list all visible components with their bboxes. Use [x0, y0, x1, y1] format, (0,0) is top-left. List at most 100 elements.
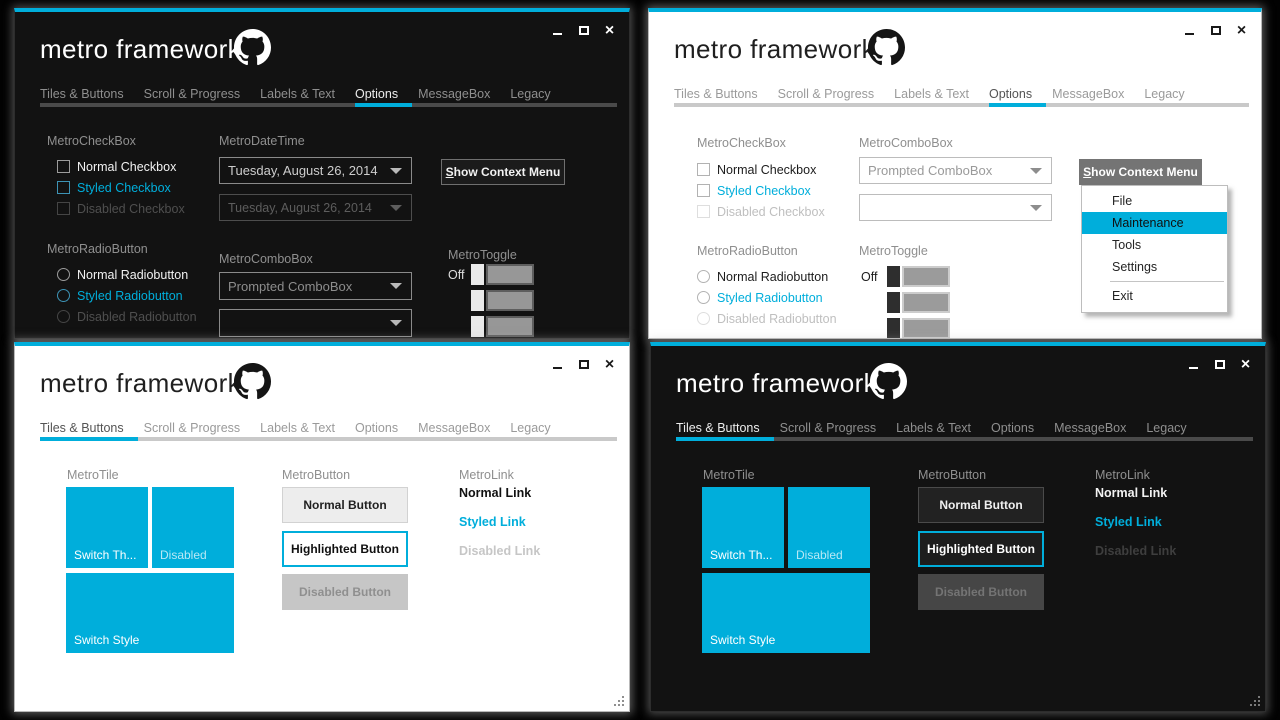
tile-switch-style[interactable]: Switch Style: [702, 573, 870, 653]
datetime-dropdown[interactable]: Tuesday, August 26, 2014: [219, 157, 412, 184]
styled-link[interactable]: Styled Link: [459, 515, 526, 529]
tab-options[interactable]: Options: [991, 416, 1054, 437]
tab-messagebox[interactable]: MessageBox: [1054, 416, 1146, 437]
tab-tiles-buttons[interactable]: Tiles & Buttons: [40, 82, 144, 103]
checkbox-icon: [57, 160, 70, 173]
tab-scroll-progress[interactable]: Scroll & Progress: [778, 82, 895, 103]
tab-strip: Tiles & Buttons Scroll & Progress Labels…: [674, 82, 1249, 107]
tab-tiles-buttons[interactable]: Tiles & Buttons: [676, 416, 780, 441]
menu-item-exit[interactable]: Exit: [1082, 285, 1227, 307]
toggle-switch-3[interactable]: [887, 318, 950, 338]
normal-button[interactable]: Normal Button: [282, 487, 408, 523]
tab-scroll-progress[interactable]: Scroll & Progress: [144, 416, 261, 437]
dropdown-arrow-icon: [390, 283, 402, 289]
combobox-prompted[interactable]: Prompted ComboBox: [219, 272, 412, 300]
close-button[interactable]: ×: [1239, 357, 1252, 373]
tab-labels-text[interactable]: Labels & Text: [260, 416, 355, 437]
menu-item-maintenance[interactable]: Maintenance: [1082, 212, 1227, 234]
close-button[interactable]: ×: [1235, 23, 1248, 39]
maximize-button[interactable]: [1209, 24, 1222, 38]
tab-legacy[interactable]: Legacy: [1144, 82, 1204, 103]
section-label-metrocheckbox: MetroCheckBox: [697, 136, 786, 150]
highlighted-button[interactable]: Highlighted Button: [918, 531, 1044, 567]
tab-messagebox[interactable]: MessageBox: [1052, 82, 1144, 103]
checkbox-icon: [697, 184, 710, 197]
github-logo-icon: [234, 363, 271, 400]
checkbox-icon: [697, 205, 710, 218]
tab-labels-text[interactable]: Labels & Text: [896, 416, 991, 437]
combobox-empty[interactable]: [859, 194, 1052, 221]
context-menu: File Maintenance Tools Settings Exit: [1081, 185, 1228, 313]
radio-normal[interactable]: Normal Radiobutton: [57, 267, 188, 282]
checkbox-normal[interactable]: Normal Checkbox: [57, 159, 176, 174]
show-context-menu-button[interactable]: Show Context Menu: [441, 159, 565, 185]
menu-separator: [1110, 281, 1224, 282]
tab-strip: Tiles & Buttons Scroll & Progress Labels…: [40, 82, 617, 107]
minimize-button[interactable]: [551, 358, 564, 372]
minimize-button[interactable]: [1183, 24, 1196, 38]
combobox-prompted[interactable]: Prompted ComboBox: [859, 157, 1052, 184]
section-label-metrocombobox: MetroComboBox: [219, 252, 313, 266]
toggle-switch-3[interactable]: [471, 316, 534, 337]
close-button[interactable]: ×: [603, 23, 616, 39]
tab-tiles-buttons[interactable]: Tiles & Buttons: [674, 82, 778, 103]
minimize-button[interactable]: [551, 24, 564, 38]
radio-icon: [697, 291, 710, 304]
styled-link[interactable]: Styled Link: [1095, 515, 1162, 529]
window-title: metro framework: [40, 368, 242, 398]
combobox-empty[interactable]: [219, 309, 412, 337]
tab-messagebox[interactable]: MessageBox: [418, 82, 510, 103]
normal-link[interactable]: Normal Link: [459, 486, 531, 500]
maximize-button[interactable]: [577, 24, 590, 38]
tile-switch-theme[interactable]: Switch Th...: [66, 487, 148, 568]
checkbox-styled[interactable]: Styled Checkbox: [697, 183, 811, 198]
tile-disabled: Disabled: [152, 487, 234, 568]
highlighted-button[interactable]: Highlighted Button: [282, 531, 408, 567]
close-button[interactable]: ×: [603, 357, 616, 373]
radio-styled[interactable]: Styled Radiobutton: [697, 290, 823, 305]
tab-messagebox[interactable]: MessageBox: [418, 416, 510, 437]
maximize-button[interactable]: [577, 358, 590, 372]
window-controls: ×: [1183, 23, 1248, 40]
radio-styled[interactable]: Styled Radiobutton: [57, 288, 183, 303]
checkbox-disabled: Disabled Checkbox: [697, 204, 825, 219]
minimize-icon: [1189, 367, 1198, 369]
tab-scroll-progress[interactable]: Scroll & Progress: [144, 82, 261, 103]
tab-legacy[interactable]: Legacy: [1146, 416, 1206, 437]
checkbox-styled[interactable]: Styled Checkbox: [57, 180, 171, 195]
normal-link[interactable]: Normal Link: [1095, 486, 1167, 500]
disabled-link: Disabled Link: [459, 544, 541, 558]
resize-grip[interactable]: [622, 704, 624, 706]
tab-scroll-progress[interactable]: Scroll & Progress: [780, 416, 897, 437]
menu-item-tools[interactable]: Tools: [1082, 234, 1227, 256]
toggle-switch-1[interactable]: [887, 266, 950, 287]
normal-button[interactable]: Normal Button: [918, 487, 1044, 523]
maximize-icon: [1211, 26, 1221, 35]
tab-labels-text[interactable]: Labels & Text: [260, 82, 355, 103]
checkbox-normal[interactable]: Normal Checkbox: [697, 162, 816, 177]
resize-grip[interactable]: [1258, 704, 1260, 706]
tab-legacy[interactable]: Legacy: [510, 416, 570, 437]
toggle-switch-1[interactable]: [471, 264, 534, 285]
toggle-off-label: Off: [448, 268, 465, 282]
menu-item-file[interactable]: File: [1082, 190, 1227, 212]
dropdown-arrow-icon: [1030, 204, 1042, 211]
tab-legacy[interactable]: Legacy: [510, 82, 570, 103]
tab-options[interactable]: Options: [989, 82, 1052, 107]
tab-options[interactable]: Options: [355, 82, 418, 107]
tile-switch-theme[interactable]: Switch Th...: [702, 487, 784, 568]
tile-switch-style[interactable]: Switch Style: [66, 573, 234, 653]
minimize-button[interactable]: [1187, 358, 1200, 372]
show-context-menu-button[interactable]: Show Context Menu: [1079, 159, 1202, 185]
radio-normal[interactable]: Normal Radiobutton: [697, 269, 828, 284]
maximize-button[interactable]: [1213, 358, 1226, 372]
window-title: metro framework: [676, 368, 878, 398]
toggle-handle: [887, 318, 900, 338]
tab-tiles-buttons[interactable]: Tiles & Buttons: [40, 416, 144, 441]
menu-item-settings[interactable]: Settings: [1082, 256, 1227, 278]
toggle-switch-2[interactable]: [887, 292, 950, 313]
window-options-dark: metro framework × Tiles & Buttons Scroll…: [14, 8, 630, 339]
tab-labels-text[interactable]: Labels & Text: [894, 82, 989, 103]
toggle-switch-2[interactable]: [471, 290, 534, 311]
tab-options[interactable]: Options: [355, 416, 418, 437]
